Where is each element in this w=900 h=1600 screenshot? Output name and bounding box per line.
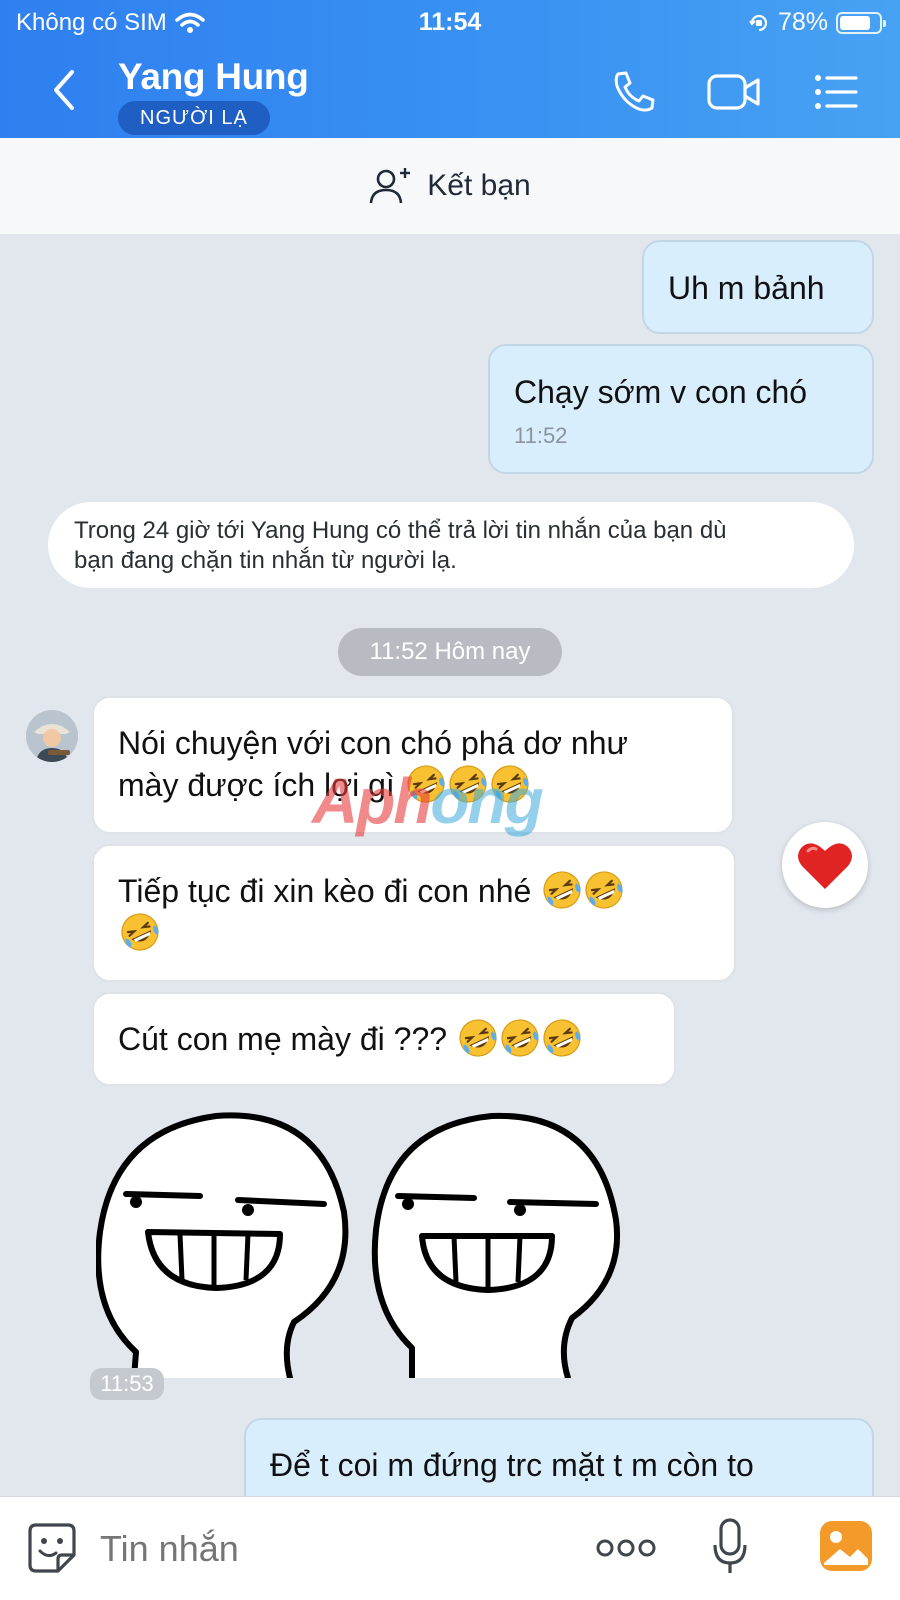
chevron-left-icon <box>54 70 74 110</box>
rolling-laughing-emoji <box>499 1018 540 1058</box>
message-time: 11:53 <box>90 1368 164 1400</box>
chat-header: Không có SIM 11:54 78% Yang Hung NGƯỜI L… <box>0 0 900 138</box>
avatar-image <box>26 710 78 762</box>
call-button[interactable] <box>608 68 662 116</box>
sticker-smile-icon <box>28 1523 76 1573</box>
stranger-notice: Trong 24 giờ tới Yang Hung có thể trả lờ… <box>48 502 854 588</box>
notice-text: bạn đang chặn tin nhắn từ người lạ. <box>74 547 457 574</box>
message-time: 11:52 <box>514 423 568 448</box>
gallery-button[interactable] <box>818 1519 874 1578</box>
message-text: Để t coi m đứng trc mặt t m còn to <box>270 1447 754 1483</box>
reaction-button[interactable] <box>782 822 868 908</box>
message-incoming[interactable]: Cút con mẹ mày đi ??? <box>92 992 676 1086</box>
image-gallery-icon <box>820 1521 872 1571</box>
more-options-button[interactable] <box>596 1535 656 1566</box>
rolling-laughing-emoji <box>541 1018 582 1058</box>
voice-button[interactable] <box>712 1517 748 1582</box>
list-menu-icon <box>815 75 858 109</box>
message-text: Nói chuyện với con chó phá dơ như <box>118 725 628 761</box>
rolling-laughing-emoji <box>489 764 530 804</box>
add-user-icon <box>369 168 411 204</box>
more-dots-icon <box>596 1539 656 1557</box>
back-button[interactable] <box>44 68 84 112</box>
message-incoming[interactable]: Tiếp tục đi xin kèo đi con nhé <box>92 844 736 982</box>
message-text: Chạy sớm v con chó <box>514 374 808 410</box>
message-outgoing[interactable]: Chạy sớm v con chó 11:52 <box>488 344 874 474</box>
rolling-laughing-emoji <box>447 764 488 804</box>
status-bar: Không có SIM 11:54 78% <box>0 0 900 46</box>
stranger-badge: NGƯỜI LẠ <box>118 101 270 135</box>
date-separator: 11:52 Hôm nay <box>338 628 562 676</box>
chat-area[interactable]: Uh m bảnh Chạy sớm v con chó 11:52 Trong… <box>0 234 900 1496</box>
message-incoming[interactable]: Nói chuyện với con chó phá dơ như mày đư… <box>92 696 734 834</box>
rolling-laughing-emoji <box>584 870 625 910</box>
video-call-button[interactable] <box>706 68 760 116</box>
add-friend-label: Kết bạn <box>427 169 531 202</box>
message-outgoing[interactable]: Uh m bảnh <box>642 240 874 334</box>
microphone-icon <box>713 1518 747 1573</box>
message-composer <box>0 1496 900 1600</box>
message-text: Uh m bảnh <box>668 270 825 306</box>
message-text: Tiếp tục đi xin kèo đi con nhé <box>118 873 532 909</box>
battery-icon <box>836 11 886 34</box>
status-battery-group: 78% <box>748 8 886 37</box>
grinning-faces-sticker[interactable] <box>96 1110 636 1378</box>
contact-name[interactable]: Yang Hung <box>118 56 309 98</box>
orientation-lock-icon <box>749 14 768 31</box>
video-camera-icon <box>707 74 760 110</box>
heart-icon <box>798 843 852 889</box>
battery-percent: 78% <box>777 8 828 36</box>
sticker-button[interactable] <box>26 1521 78 1580</box>
rolling-laughing-emoji <box>405 764 446 804</box>
rolling-laughing-emoji <box>120 912 160 952</box>
notice-text: Trong 24 giờ tới Yang Hung có thể trả lờ… <box>74 517 727 544</box>
rolling-laughing-emoji <box>542 870 583 910</box>
message-text: mày được ích lợi gì <box>118 767 395 803</box>
phone-icon <box>614 71 655 112</box>
add-friend-bar[interactable]: Kết bạn <box>0 138 900 234</box>
rolling-laughing-emoji <box>457 1018 498 1058</box>
message-text: Cút con mẹ mày đi ??? <box>118 1021 448 1057</box>
message-outgoing[interactable]: Để t coi m đứng trc mặt t m còn to <box>244 1418 874 1496</box>
menu-button[interactable] <box>812 68 866 116</box>
battery-level <box>840 15 870 30</box>
message-input[interactable] <box>100 1521 540 1577</box>
avatar[interactable] <box>26 710 78 762</box>
